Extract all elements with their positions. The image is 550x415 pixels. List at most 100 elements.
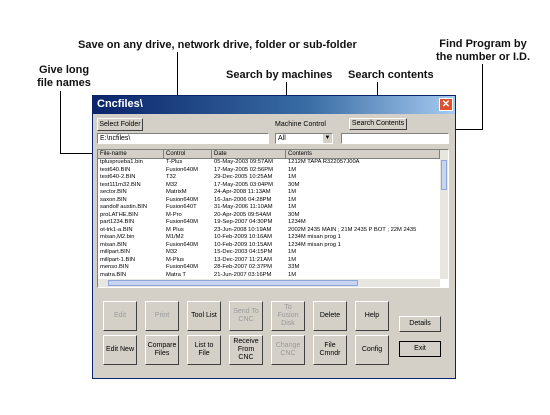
table-cell: millpart-1.BIN <box>100 256 136 263</box>
table-cell: sector.BIN <box>100 189 127 195</box>
vertical-scrollbar[interactable] <box>440 150 448 279</box>
table-cell: Fusion640M <box>166 219 198 225</box>
column-header-contents[interactable]: Contents <box>286 150 440 159</box>
column-header-control[interactable]: Control <box>164 150 212 159</box>
table-row[interactable]: test111m32.BIN M32 17-May-2005 03:04PM 30M <box>98 182 440 190</box>
edit-button[interactable]: Edit <box>103 301 137 331</box>
to-fusion-disk-button[interactable]: To Fusion Disk <box>271 301 305 331</box>
edit-new-button[interactable]: Edit New <box>103 335 137 365</box>
print-button[interactable]: Print <box>145 301 179 331</box>
search-contents-input[interactable] <box>341 133 449 144</box>
table-row[interactable]: misan,M2.bin M1/M2 10-Feb-2009 10:16AM 1234… <box>98 234 440 242</box>
table-cell: M1/M2 <box>166 234 184 240</box>
change-cnc-button[interactable]: Change CNC <box>271 335 305 365</box>
table-cell: 20-Apr-2005 09:54AM <box>214 211 272 218</box>
table-cell: Fusion640M <box>166 196 198 203</box>
leader-line-find <box>482 64 483 130</box>
column-header-date[interactable]: Date <box>212 150 286 159</box>
table-cell: Fusion640M <box>166 264 198 270</box>
exit-button[interactable]: Exit <box>399 341 441 357</box>
table-cell: MatrixM <box>166 189 187 195</box>
table-cell: millpart.BIN <box>100 249 130 255</box>
table-cell: test640.BIN <box>100 166 131 173</box>
table-row[interactable]: millpart.BIN M32 15-Dec-2003 04:15PM 1M <box>98 249 440 257</box>
table-cell: misan.BIN <box>100 241 127 248</box>
table-cell: test640-2.BIN <box>100 174 136 180</box>
table-row[interactable]: proLATHE.BIN M-Pro 20-Apr-2005 09:54AM 30M <box>98 212 440 220</box>
table-row[interactable]: part1234.BIN Fusion640M 19-Sep-2007 04:30P… <box>98 219 440 227</box>
compare-files-button[interactable]: Compare Files <box>145 335 179 365</box>
tool-list-button[interactable]: Tool List <box>187 301 221 331</box>
table-row[interactable]: saxon.BIN Fusion640M 16-Jan-2006 04:28PM 1M <box>98 197 440 205</box>
table-row[interactable]: test640.BIN Fusion640M 17-May-2005 02:56PM… <box>98 167 440 175</box>
callout-save-location: Save on any drive, network drive, folder… <box>78 39 357 51</box>
table-cell: 23-Jun-2008 10:19AM <box>214 226 272 233</box>
table-cell: 1212M TAPA R322057J00A <box>288 159 360 165</box>
table-cell: M Plus <box>166 226 184 233</box>
table-cell: 30M <box>288 181 300 188</box>
table-cell: 21-Jun-2007 03:16PM <box>214 271 272 278</box>
callout-search-contents: Search contents <box>348 69 434 81</box>
config-button[interactable]: Config <box>355 335 389 365</box>
callout-search-machines: Search by machines <box>226 69 333 81</box>
horizontal-scroll-thumb[interactable] <box>108 280 358 286</box>
table-cell: ot-lrk1-a.BIN <box>100 226 133 233</box>
table-cell: M32 <box>166 249 178 255</box>
list-to-file-button[interactable]: List to File <box>187 335 221 365</box>
table-row[interactable]: ot-lrk1-a.BIN M Plus 23-Jun-2008 10:19AM 20… <box>98 227 440 235</box>
table-cell: 19-Sep-2007 04:30PM <box>214 219 273 225</box>
table-cell: 29-Dec-2005 10:25AM <box>214 174 273 180</box>
table-row[interactable]: menso.BIN Fusion640M 28-Feb-2007 02:37PM 33… <box>98 264 440 272</box>
table-cell: 16-Jan-2006 04:28PM <box>214 196 272 203</box>
table-cell: saxon.BIN <box>100 196 127 203</box>
file-cmndr-button[interactable]: File Cmndr <box>313 335 347 365</box>
help-button[interactable]: Help <box>355 301 389 331</box>
table-cell: 28-Feb-2007 02:37PM <box>214 264 273 270</box>
table-cell: 1M <box>288 271 297 278</box>
table-cell: 1M <box>288 256 297 263</box>
select-folder-button[interactable]: Select Folder <box>97 118 143 131</box>
window-title: Cncfiles\ <box>97 98 143 110</box>
folder-path-field[interactable]: E:\ncfiles\ <box>97 133 269 144</box>
table-cell: test111m32.BIN <box>100 181 141 188</box>
details-button[interactable]: Details <box>399 316 441 332</box>
horizontal-scrollbar[interactable] <box>98 279 440 287</box>
search-contents-button[interactable]: Search Contents <box>349 118 407 130</box>
table-row[interactable]: matra.BIN Matra T 21-Jun-2007 03:16PM 1M <box>98 272 440 280</box>
callout-long-file-names: Give long file names <box>37 64 91 89</box>
table-cell: 24-Apr-2008 11:13AM <box>214 189 271 195</box>
table-cell: 1M <box>288 196 297 203</box>
table-cell: 1M <box>288 189 297 195</box>
table-cell: 10-Feb-2009 10:15AM <box>214 241 273 248</box>
title-bar[interactable]: Cncfiles\ ✕ <box>93 96 455 114</box>
file-table: File-name Control Date Contents tpluspru… <box>97 149 449 288</box>
close-icon[interactable]: ✕ <box>439 98 453 111</box>
table-cell: 05-May-2003 09:57AM <box>214 159 273 165</box>
table-cell: part1234.BIN <box>100 219 135 225</box>
table-row[interactable]: millpart-1.BIN M-Plus 13-Dec-2007 11:21AM 1… <box>98 257 440 265</box>
table-cell: 31-May-2006 11:10AM <box>214 204 273 210</box>
table-row[interactable]: test640-2.BIN T32 29-Dec-2005 10:25AM 1M <box>98 174 440 182</box>
table-cell: menso.BIN <box>100 264 129 270</box>
vertical-scroll-thumb[interactable] <box>441 160 447 190</box>
table-cell: 30M <box>288 211 300 218</box>
table-row[interactable]: sector.BIN MatrixM 24-Apr-2008 11:13AM 1M <box>98 189 440 197</box>
chevron-down-icon[interactable]: ▼ <box>323 134 332 143</box>
table-cell: tplusprueba1.bin <box>100 159 143 165</box>
column-header-file-name[interactable]: File-name <box>98 150 164 159</box>
table-row[interactable]: tplusprueba1.bin T-Plus 05-May-2003 09:57A… <box>98 159 440 167</box>
table-cell: M-Plus <box>166 256 185 263</box>
machine-control-select[interactable]: All ▼ <box>275 133 333 144</box>
table-cell: 1234M <box>288 219 306 225</box>
machine-control-label: Machine Control <box>275 121 326 128</box>
table-row[interactable]: sandolf austin.BIN Fusion640T 31-May-2006 … <box>98 204 440 212</box>
app-window: Cncfiles\ ✕ Select Folder E:\ncfiles\ Ma… <box>92 95 456 379</box>
receive-from-cnc-button[interactable]: Receive From CNC <box>229 335 263 365</box>
table-cell: 1M <box>288 174 297 180</box>
send-to-cnc-button[interactable]: Send To CNC <box>229 301 263 331</box>
table-row[interactable]: misan.BIN Fusion640M 10-Feb-2009 10:15AM 12… <box>98 242 440 250</box>
delete-button[interactable]: Delete <box>313 301 347 331</box>
table-cell: Fusion640T <box>166 204 197 210</box>
table-cell: M32 <box>166 181 178 188</box>
table-cell: Fusion640M <box>166 166 198 173</box>
